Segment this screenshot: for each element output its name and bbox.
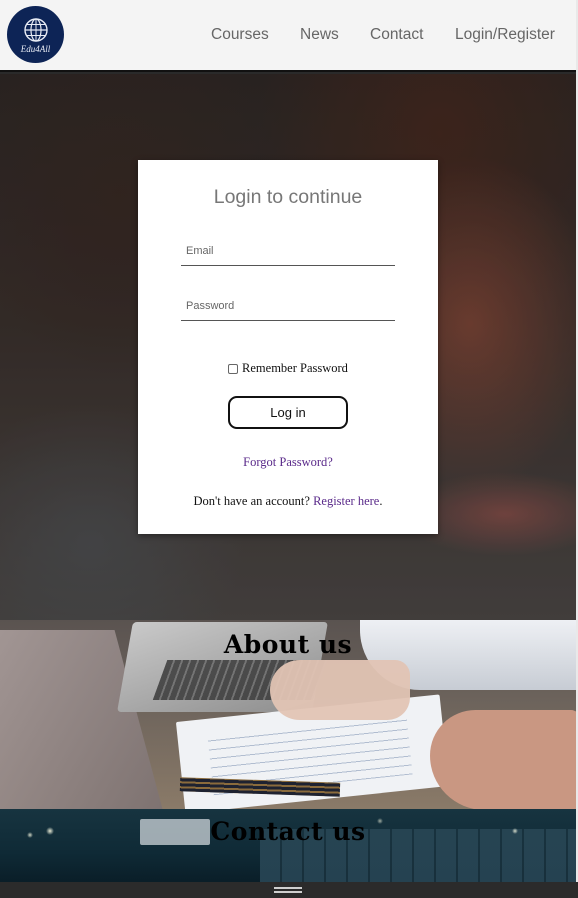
bottom-bar (0, 882, 578, 898)
login-button[interactable]: Log in (228, 396, 348, 429)
contact-title: Contact us (210, 817, 366, 846)
register-prompt: Don't have an account? (193, 494, 310, 508)
nav-item-login-register[interactable]: Login/Register (455, 26, 555, 44)
contact-section: Contact us (0, 809, 576, 882)
nav-item-news[interactable]: News (300, 26, 339, 44)
login-card: Login to continue Remember Password Log … (138, 160, 438, 534)
remember-checkbox[interactable] (228, 363, 239, 374)
about-title: About us (223, 630, 353, 659)
globe-icon (23, 18, 48, 42)
forgot-password-link[interactable]: Forgot Password? (138, 455, 438, 470)
remember-label: Remember Password (242, 361, 348, 375)
drag-handle-icon[interactable] (274, 887, 302, 893)
about-section: About us (0, 620, 576, 809)
email-field[interactable] (181, 236, 395, 266)
register-link[interactable]: Register here (313, 494, 379, 508)
register-suffix: . (379, 494, 383, 508)
login-title: Login to continue (213, 186, 363, 208)
nav-item-contact[interactable]: Contact (370, 26, 423, 44)
remember-row: Remember Password (138, 361, 438, 376)
site-header: Edu4All Courses News Contact Login/Regis… (0, 0, 576, 72)
brand-logo[interactable]: Edu4All (7, 6, 64, 63)
nav-item-courses[interactable]: Courses (211, 26, 269, 44)
register-prompt-line: Don't have an account? Register here. (138, 494, 438, 509)
password-field[interactable] (181, 291, 395, 321)
logo-text: Edu4All (20, 44, 51, 54)
